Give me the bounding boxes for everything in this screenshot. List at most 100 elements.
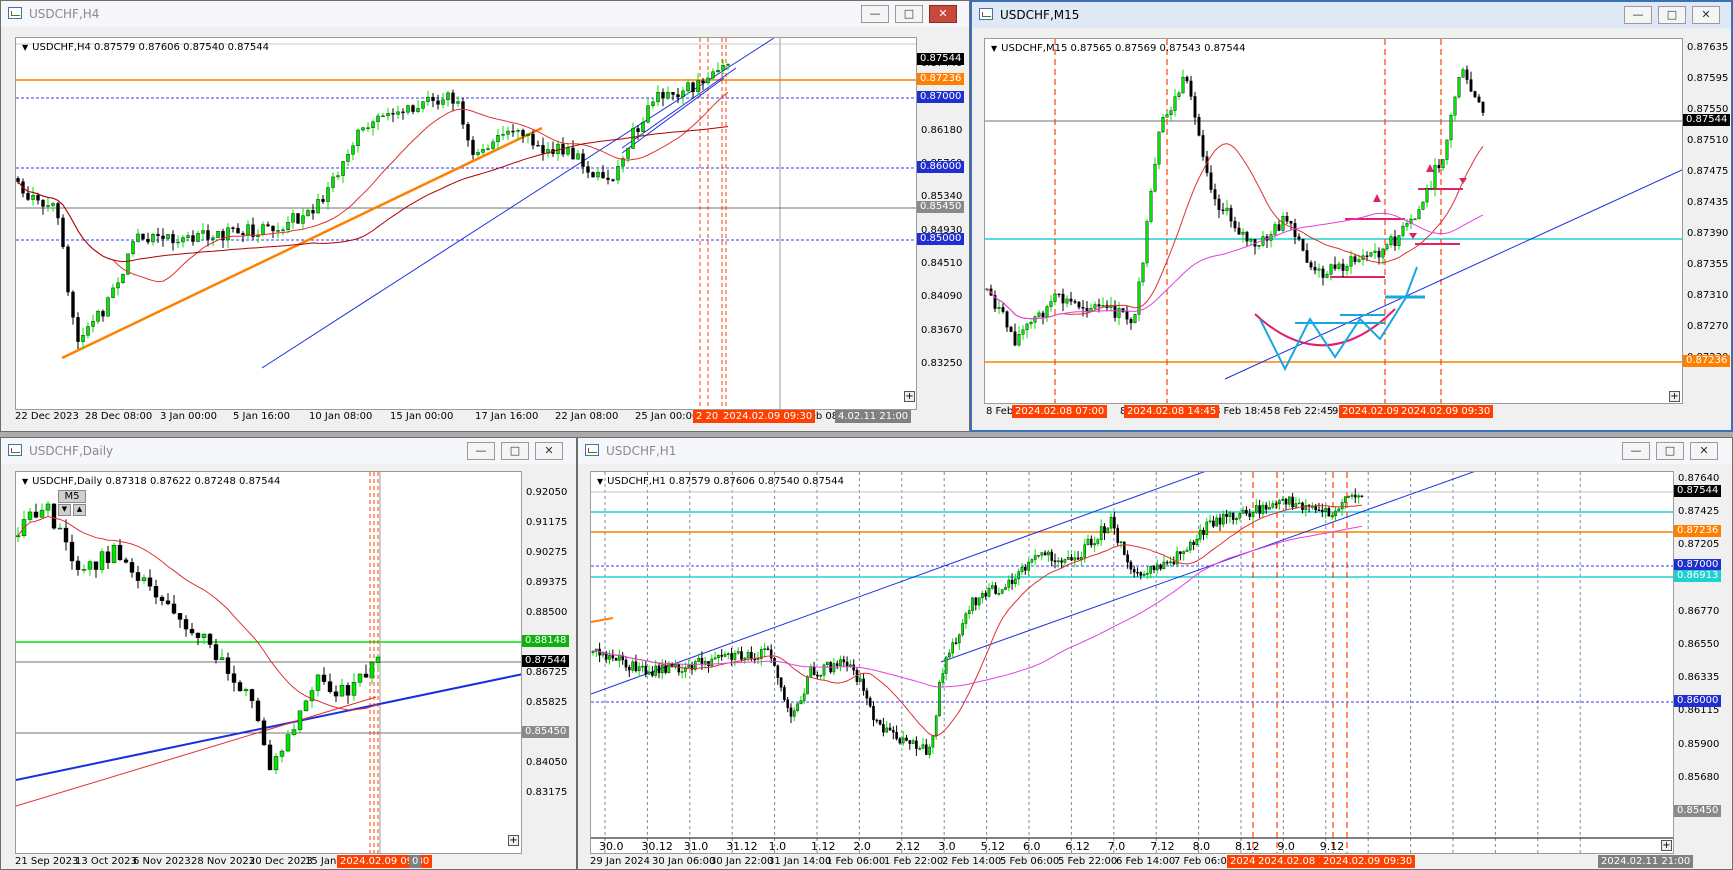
title-bar[interactable]: USDCHF,H4 — □ ✕: [1, 1, 969, 27]
window-h1[interactable]: USDCHF,H1 — □ ✕ 30.0 30.12 31.0 31.12 1.0 1.1…: [577, 437, 1733, 870]
candle-body: [1086, 538, 1090, 546]
window-h4[interactable]: USDCHF,H4 — □ ✕ ▼ USDCHF,H4 0.87579 0.876…: [0, 0, 970, 432]
window-m15[interactable]: USDCHF,M15 — □ ✕ ▼ USDCHF,M15 0.87565 0.8…: [970, 0, 1733, 432]
candle-body: [636, 128, 640, 132]
minimize-button[interactable]: —: [1624, 6, 1652, 24]
price-chart[interactable]: [16, 472, 522, 854]
close-button[interactable]: ✕: [535, 442, 563, 460]
title-bar[interactable]: USDCHF,M15 — □ ✕: [972, 2, 1731, 28]
candle-body: [39, 509, 45, 518]
close-button[interactable]: ✕: [1692, 6, 1720, 24]
price-axis[interactable]: 0.874400.866600.861800.857600.853400.849…: [917, 37, 969, 410]
price-axis[interactable]: 0.920500.911750.902750.893750.885000.876…: [522, 471, 576, 854]
title-bar[interactable]: USDCHF,Daily — □ ✕: [1, 438, 576, 464]
chart-plot-area[interactable]: ▼ USDCHF,Daily 0.87318 0.87622 0.87248 0.…: [15, 471, 522, 854]
time-axis[interactable]: 22 Dec 2023 28 Dec 08:00 3 Jan 00:00 5 Jan …: [15, 410, 917, 424]
candle-body: [885, 727, 889, 733]
price-axis[interactable]: 0.876400.874250.872050.869900.867700.865…: [1674, 471, 1732, 854]
window-daily[interactable]: USDCHF,Daily — □ ✕ ▼ USDCHF,Daily 0.87318…: [0, 437, 577, 870]
candle-body: [656, 91, 660, 103]
candle-body: [730, 653, 733, 660]
maximize-button[interactable]: □: [501, 442, 529, 460]
collapse-triangle-icon[interactable]: ▼: [991, 44, 997, 53]
candle-body: [624, 659, 628, 668]
time-axis[interactable]: 29 Jan 2024 30 Jan 06:00 30 Jan 22:00 31 Ja…: [590, 855, 1694, 869]
chart-app-icon: [585, 444, 599, 456]
candle-body: [997, 593, 1001, 595]
candle-body: [226, 227, 230, 241]
candle-body: [1293, 223, 1297, 237]
blue-channel-line: [591, 472, 1205, 695]
price-tick-label: 0.92050: [526, 487, 568, 498]
red-trendline: [16, 696, 377, 807]
cyan-level-tag: 0.86913: [1674, 570, 1722, 582]
candle-body: [1139, 572, 1143, 576]
candle-body: [136, 233, 140, 242]
orange-level-tag: 0.87236: [917, 73, 965, 85]
candle-body: [631, 128, 635, 149]
minimize-button[interactable]: —: [1622, 442, 1650, 460]
chart-plot-area[interactable]: ▼ USDCHF,H4 0.87579 0.87606 0.87540 0.875…: [15, 37, 917, 410]
candle-body: [1177, 92, 1181, 97]
time-axis[interactable]: 8 Feb58 Feb458 Feb 18:458 Feb 22:45910:4…: [984, 405, 1683, 419]
candle-body: [206, 230, 210, 240]
timeframe-down-icon[interactable]: ▼: [58, 504, 71, 516]
candle-body: [1000, 589, 1004, 594]
candle-body: [291, 213, 295, 223]
candle-body: [987, 587, 991, 597]
candle-body: [1010, 579, 1014, 584]
candle-body: [1215, 517, 1218, 527]
session-label: 30.12: [641, 840, 673, 853]
candle-body: [1073, 557, 1077, 561]
price-axis[interactable]: 0.87635 0.87595 0.87550 0.87510 0.87475 0.874…: [1683, 38, 1733, 404]
collapse-triangle-icon[interactable]: ▼: [597, 477, 603, 486]
time-axis[interactable]: 21 Sep 2023 13 Oct 2023 6 Nov 2023 28 Nov 2…: [15, 855, 522, 869]
candle-body: [327, 681, 333, 692]
collapse-triangle-icon[interactable]: ▼: [22, 43, 28, 52]
candle-body: [646, 105, 650, 123]
candle-body: [1241, 231, 1245, 235]
candle-body: [31, 195, 35, 200]
timeframe-up-icon[interactable]: ▲: [73, 504, 86, 516]
maximize-button[interactable]: □: [1656, 442, 1684, 460]
maximize-button[interactable]: □: [895, 5, 923, 23]
chart-info-line: ▼ USDCHF,H1 0.87579 0.87606 0.87540 0.875…: [597, 476, 844, 487]
price-chart[interactable]: 30.0 30.12 31.0 31.12 1.0 1.12 2.0 2.12 3.0 5.12 6…: [591, 472, 1674, 854]
chart-plot-area[interactable]: 30.0 30.12 31.0 31.12 1.0 1.12 2.0 2.12 3.0 5.12 6…: [590, 471, 1674, 854]
minimize-button[interactable]: —: [467, 442, 495, 460]
candle-body: [1165, 561, 1169, 564]
title-bar[interactable]: USDCHF,H1 — □ ✕: [578, 438, 1732, 464]
expand-plus-icon[interactable]: +: [1669, 391, 1680, 402]
minimize-button[interactable]: —: [861, 5, 889, 23]
close-button[interactable]: ✕: [929, 5, 957, 23]
price-tick-label: 0.86335: [1678, 672, 1720, 684]
candle-body: [1085, 308, 1089, 312]
up-arrow-icon: [1373, 194, 1381, 202]
candle-body: [291, 729, 297, 735]
candle-body: [1017, 571, 1021, 580]
candle-body: [345, 685, 351, 696]
time-tick-label: 20 Dec 2023: [249, 856, 313, 867]
candle-body: [1441, 159, 1445, 169]
candle-body: [1157, 131, 1161, 165]
expand-plus-icon[interactable]: +: [508, 835, 519, 846]
price-chart[interactable]: [985, 39, 1683, 404]
candle-body: [1045, 306, 1049, 318]
chart-plot-area[interactable]: ▼ USDCHF,M15 0.87565 0.87569 0.87543 0.87…: [984, 38, 1683, 404]
candle-body: [736, 651, 740, 654]
candle-body: [1429, 187, 1433, 190]
candle-body: [1251, 512, 1255, 517]
candle-body: [1365, 255, 1369, 257]
candle-body: [1271, 503, 1275, 508]
candle-body: [1021, 329, 1025, 335]
timeframe-switcher[interactable]: M5 ▼ ▲: [58, 490, 86, 516]
close-button[interactable]: ✕: [1690, 442, 1718, 460]
collapse-triangle-icon[interactable]: ▼: [22, 477, 28, 486]
ohlc-text: USDCHF,Daily 0.87318 0.87622 0.87248 0.8…: [32, 476, 281, 487]
price-chart[interactable]: [16, 38, 917, 410]
time-marker-tag: 2024.02.09 09:30: [1398, 405, 1494, 418]
maximize-button[interactable]: □: [1658, 6, 1686, 24]
expand-plus-icon[interactable]: +: [904, 391, 915, 402]
candle-body: [96, 310, 100, 322]
expand-plus-icon[interactable]: +: [1661, 840, 1672, 851]
